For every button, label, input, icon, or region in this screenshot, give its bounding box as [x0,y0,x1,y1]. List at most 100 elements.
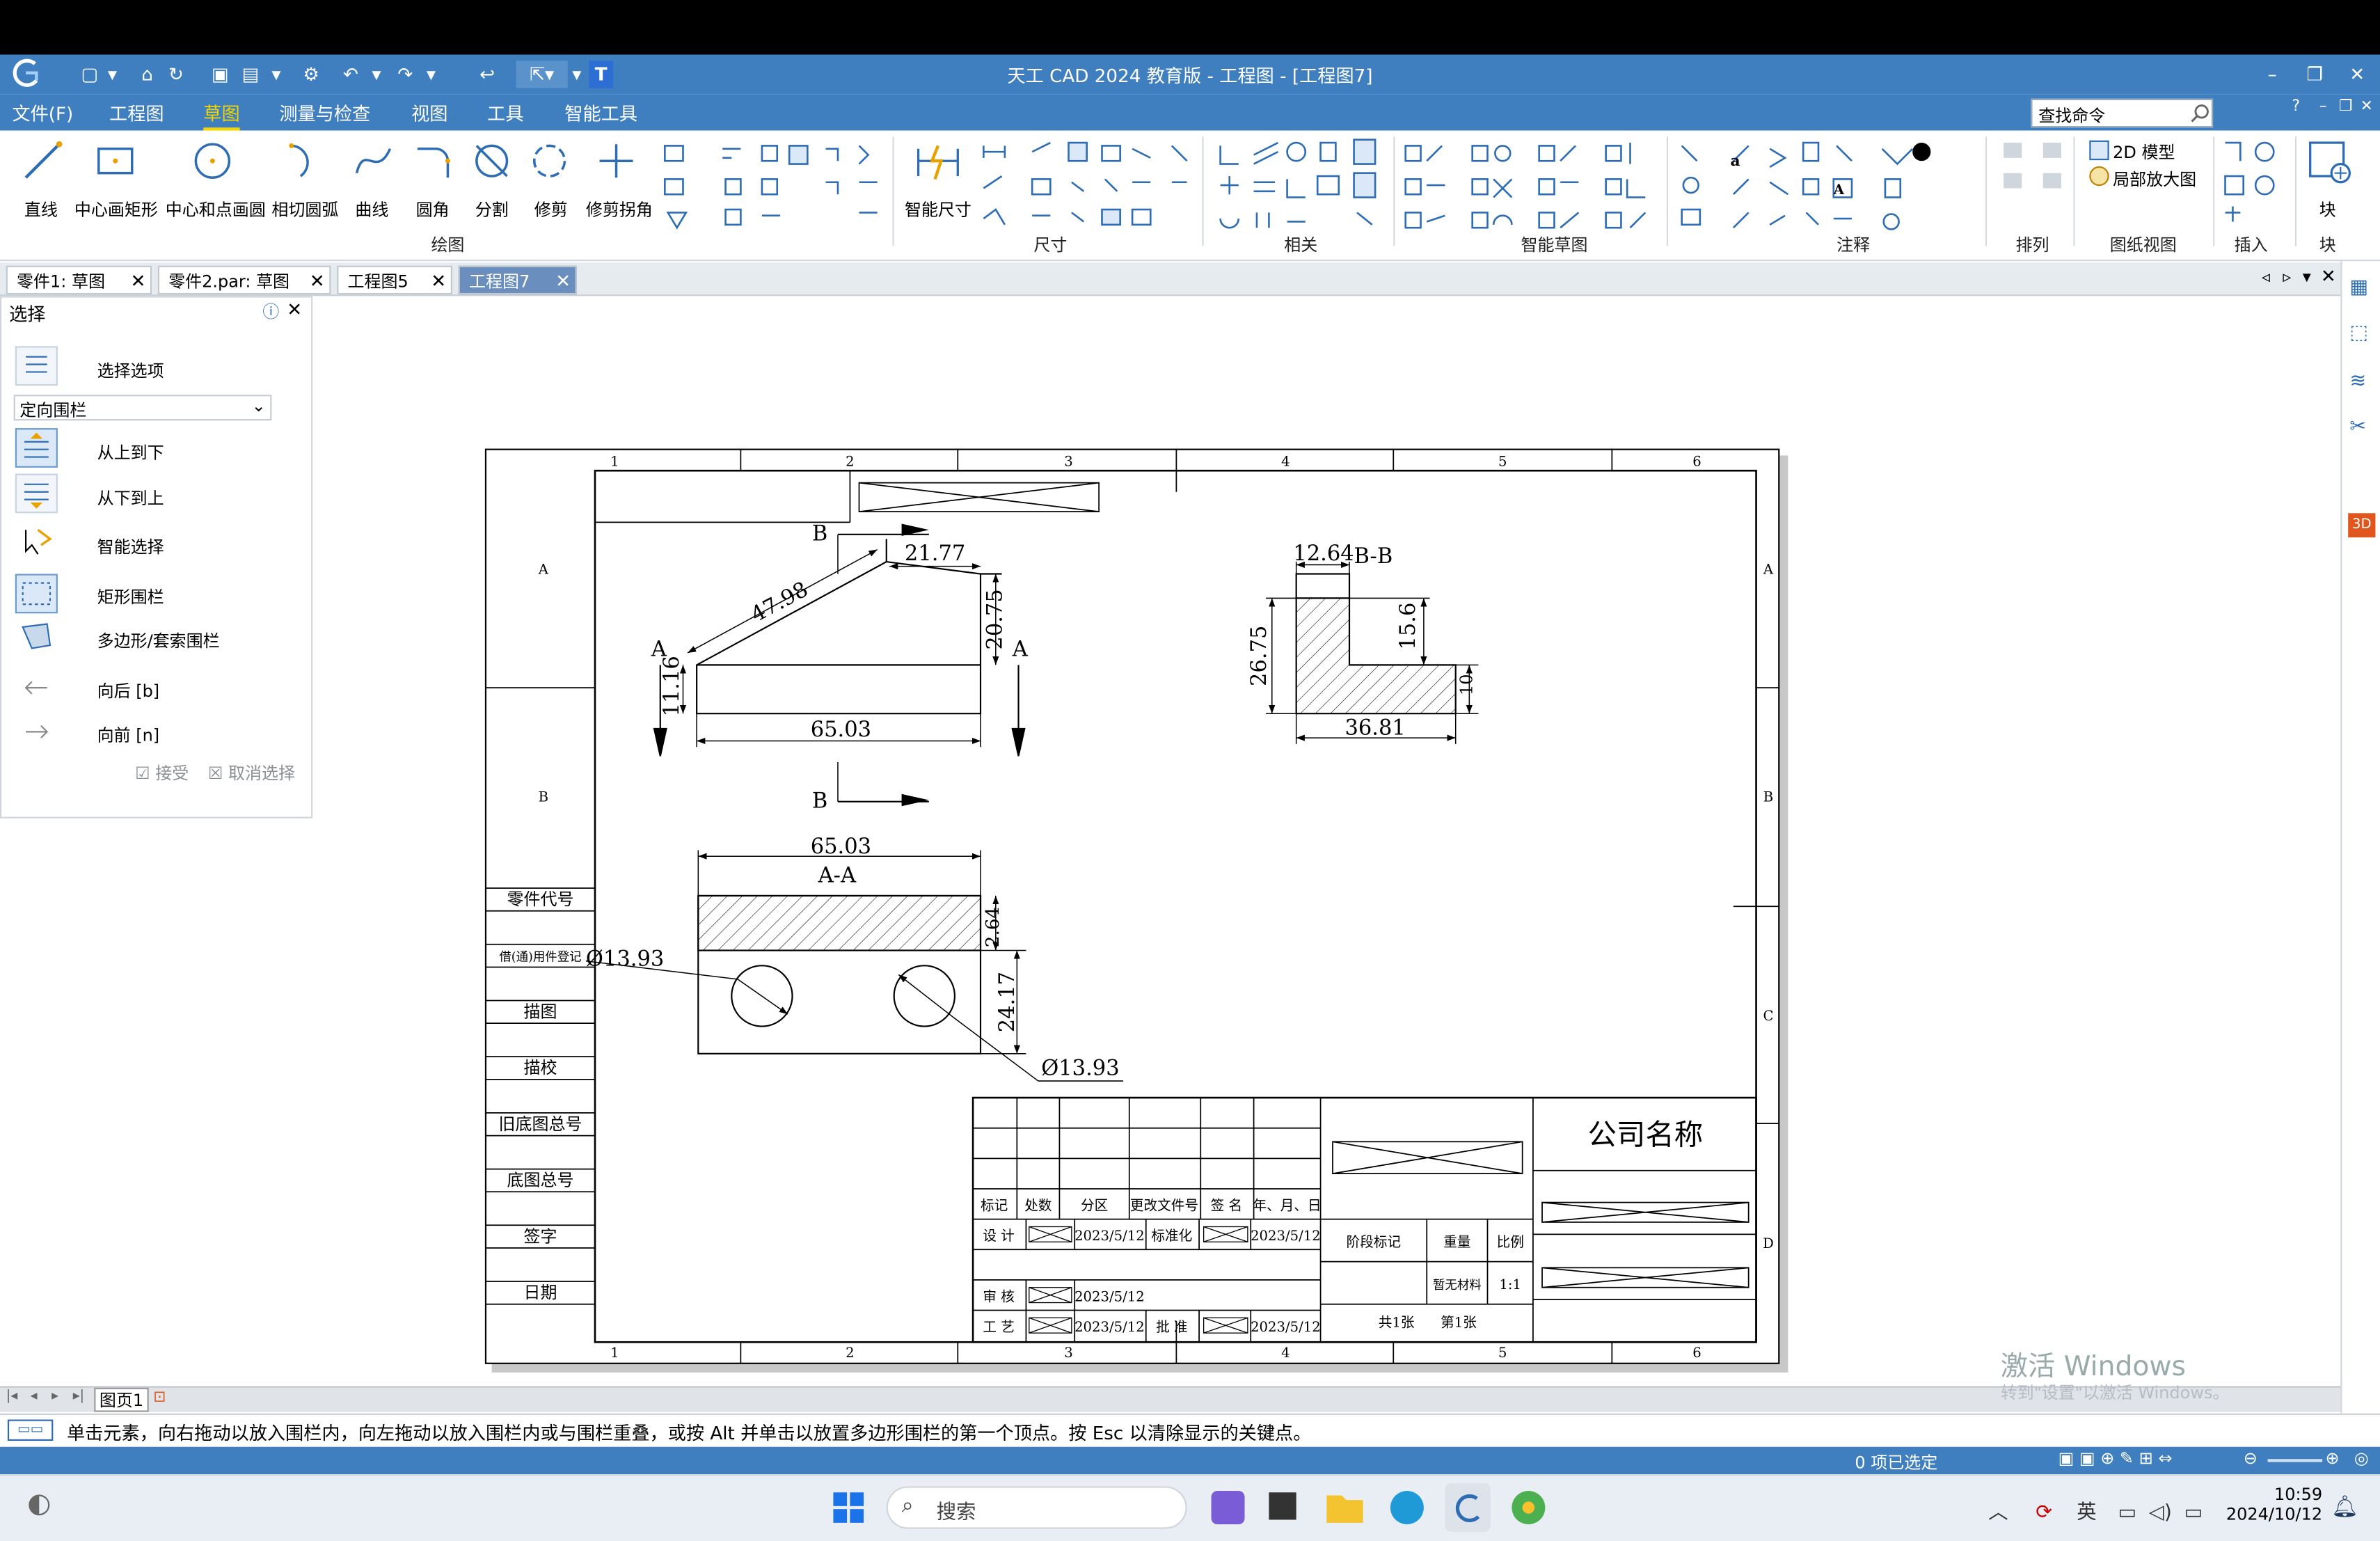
label-trace-check: 描校 [523,1058,557,1077]
dim-65-03-bottom: 65.03 [811,835,871,859]
scale-value: 1:1 [1499,1277,1521,1293]
header-count: 处数 [1024,1197,1052,1213]
dim-2-64: 2.64 [983,907,1003,947]
battery-icon[interactable]: ▭ [2184,1501,2203,1524]
dim-36-81: 36.81 [1344,716,1405,741]
right-tool-strip: ▦ ⬚ ≋ ✂ 3D [2340,261,2380,1415]
command-bar-icon[interactable]: ▭▭ [7,1419,54,1441]
section-label-b: B [812,789,827,813]
dim-24-17: 24.17 [995,972,1020,1032]
stack-icon[interactable]: ≋ [2349,370,2366,393]
row-label: B [539,789,548,805]
zoom-slider[interactable] [2267,1459,2323,1462]
approve-date: 2023/5/12 [1251,1319,1321,1335]
prompt-bar: ▭▭ 单击元素，向右拖动以放入围栏内，向左拖动以放入围栏内或与围栏重叠，或按 A… [0,1413,2380,1447]
clock[interactable]: 10:59 2024/10/12 [2226,1485,2323,1525]
dim-12-64: 12.64 [1293,542,1354,566]
weight-value: 暂无材料 [1433,1279,1482,1293]
section-title-aa: A-A [818,863,857,887]
header-zone: 分区 [1081,1197,1108,1213]
zoom-in-icon[interactable]: ⊕ [2325,1448,2339,1468]
label-weight: 重量 [1443,1234,1470,1250]
col-label: 2 [846,1345,854,1361]
first-page-icon[interactable]: |◂ [6,1389,17,1405]
tools-icon[interactable]: ✂ [2349,416,2366,439]
task-view-icon[interactable] [1269,1492,1296,1520]
status-message: 单击元素，向右拖动以放入围栏内，向左拖动以放入围栏内或与围栏重叠，或按 Alt … [66,1422,1312,1444]
company-name: 公司名称 [1587,1119,1703,1152]
3d-icon[interactable]: 3D [2348,513,2376,538]
label-date: 日期 [523,1283,557,1302]
notification-bell-icon[interactable]: 🔔︎ [2331,1496,2358,1520]
weather-icon[interactable]: ◐ [27,1488,51,1520]
sheet-border [484,448,1780,1364]
col-label: 3 [1064,1345,1072,1361]
file-explorer-icon[interactable] [1326,1495,1363,1523]
section-view-aa[interactable] [697,894,982,1054]
sheet-total: 共1张 [1379,1314,1415,1330]
col-label: 2 [846,454,854,470]
browser-app-icon-center [1522,1501,1535,1514]
section-label-b: B [812,522,827,546]
taskbar-search-label: 搜索 [936,1501,976,1525]
col-label: 6 [1692,1345,1701,1361]
activation-watermark: 激活 Windows [2000,1351,2186,1384]
label-signature: 签字 [523,1226,557,1246]
section-label-a: A [651,637,667,661]
row-label: B [1763,789,1773,805]
view-frame-icon[interactable]: ⬚ [2349,322,2368,345]
dim-65-03-top: 65.03 [811,718,871,742]
col-label: 6 [1692,454,1701,470]
col-label: 4 [1281,454,1290,470]
label-stage-mark: 阶段标记 [1347,1234,1401,1250]
process-date: 2023/5/12 [1074,1319,1145,1335]
dim-26-75: 26.75 [1247,626,1271,686]
add-page-icon[interactable]: ⊡ [153,1389,166,1406]
clock-time: 10:59 [2274,1485,2323,1505]
volume-icon[interactable]: ◁) [2149,1501,2172,1524]
page-tab-1[interactable]: 图页1 [94,1387,149,1412]
prev-page-icon[interactable]: ◂ [31,1389,38,1405]
section-title-bb: B-B [1354,544,1393,569]
network-icon[interactable]: ▭ [2118,1501,2136,1524]
row-label: A [538,562,549,578]
edge-browser-icon[interactable] [1390,1491,1424,1525]
dim-dia-13-93-left: Ø13.93 [586,947,664,971]
col-label: 1 [610,454,619,470]
label-part-code: 零件代号 [507,890,574,909]
dim-21-77: 21.77 [905,542,965,566]
next-page-icon[interactable]: ▸ [51,1389,58,1405]
screen: ▢ ▾ ⌂ ↻ ▣ ▤ ▾ ⚙ ↶ ▾ ↷ ▾ ↩ ⇱▾ ▾ T 天工 CAD … [0,0,2380,1541]
label-old-base-no: 旧底图总号 [499,1114,582,1134]
label-approve: 批 准 [1156,1319,1187,1335]
label-standardization: 标准化 [1151,1228,1192,1244]
zoom-fit-icon[interactable]: ◎ [2354,1448,2369,1468]
activation-watermark-sub: 转到"设置"以激活 Windows。 [2000,1383,2230,1403]
copilot-app-icon[interactable] [1211,1491,1245,1525]
selected-count: 0 项已选定 [1855,1453,1938,1473]
label-process: 工 艺 [983,1319,1014,1335]
label-tracing: 描图 [523,1002,557,1021]
tray-chevron-up-icon[interactable]: ︿ [1988,1501,2008,1524]
dim-11-16: 11.16 [660,656,684,716]
row-label: C [1763,1008,1773,1024]
header-sign: 签 名 [1211,1197,1242,1213]
tray-app-icon[interactable]: ⟳ [2036,1501,2052,1524]
taskbar-apps[interactable] [1199,1480,1563,1535]
row-label: D [1763,1235,1774,1251]
clock-date: 2024/10/12 [2226,1504,2323,1525]
tiangong-cad-app[interactable] [1445,1483,1491,1532]
col-label: 4 [1281,1345,1290,1361]
view-tools-icons[interactable]: ▣ ▣ ⊕ ✎ ⊞ ⇔ [2058,1448,2173,1468]
layers-icon[interactable]: ▦ [2349,276,2368,299]
last-page-icon[interactable]: ▸| [73,1389,84,1405]
ime-indicator[interactable]: 英 [2077,1501,2096,1524]
header-date: 年、月、日 [1253,1197,1322,1213]
windows-start-icon[interactable] [832,1491,865,1524]
section-label-a: A [1012,637,1029,661]
drawing-sheet[interactable]: 1 2 3 4 5 6 1 2 3 4 5 6 A B A B C D 47.9… [0,0,2380,1541]
dim-dia-13-93-right: Ø13.93 [1041,1056,1119,1080]
zoom-out-icon[interactable]: ⊖ [2244,1448,2258,1468]
taskbar-search[interactable]: ⌕ 搜索 [886,1486,1187,1529]
dim-20-75: 20.75 [983,589,1008,649]
